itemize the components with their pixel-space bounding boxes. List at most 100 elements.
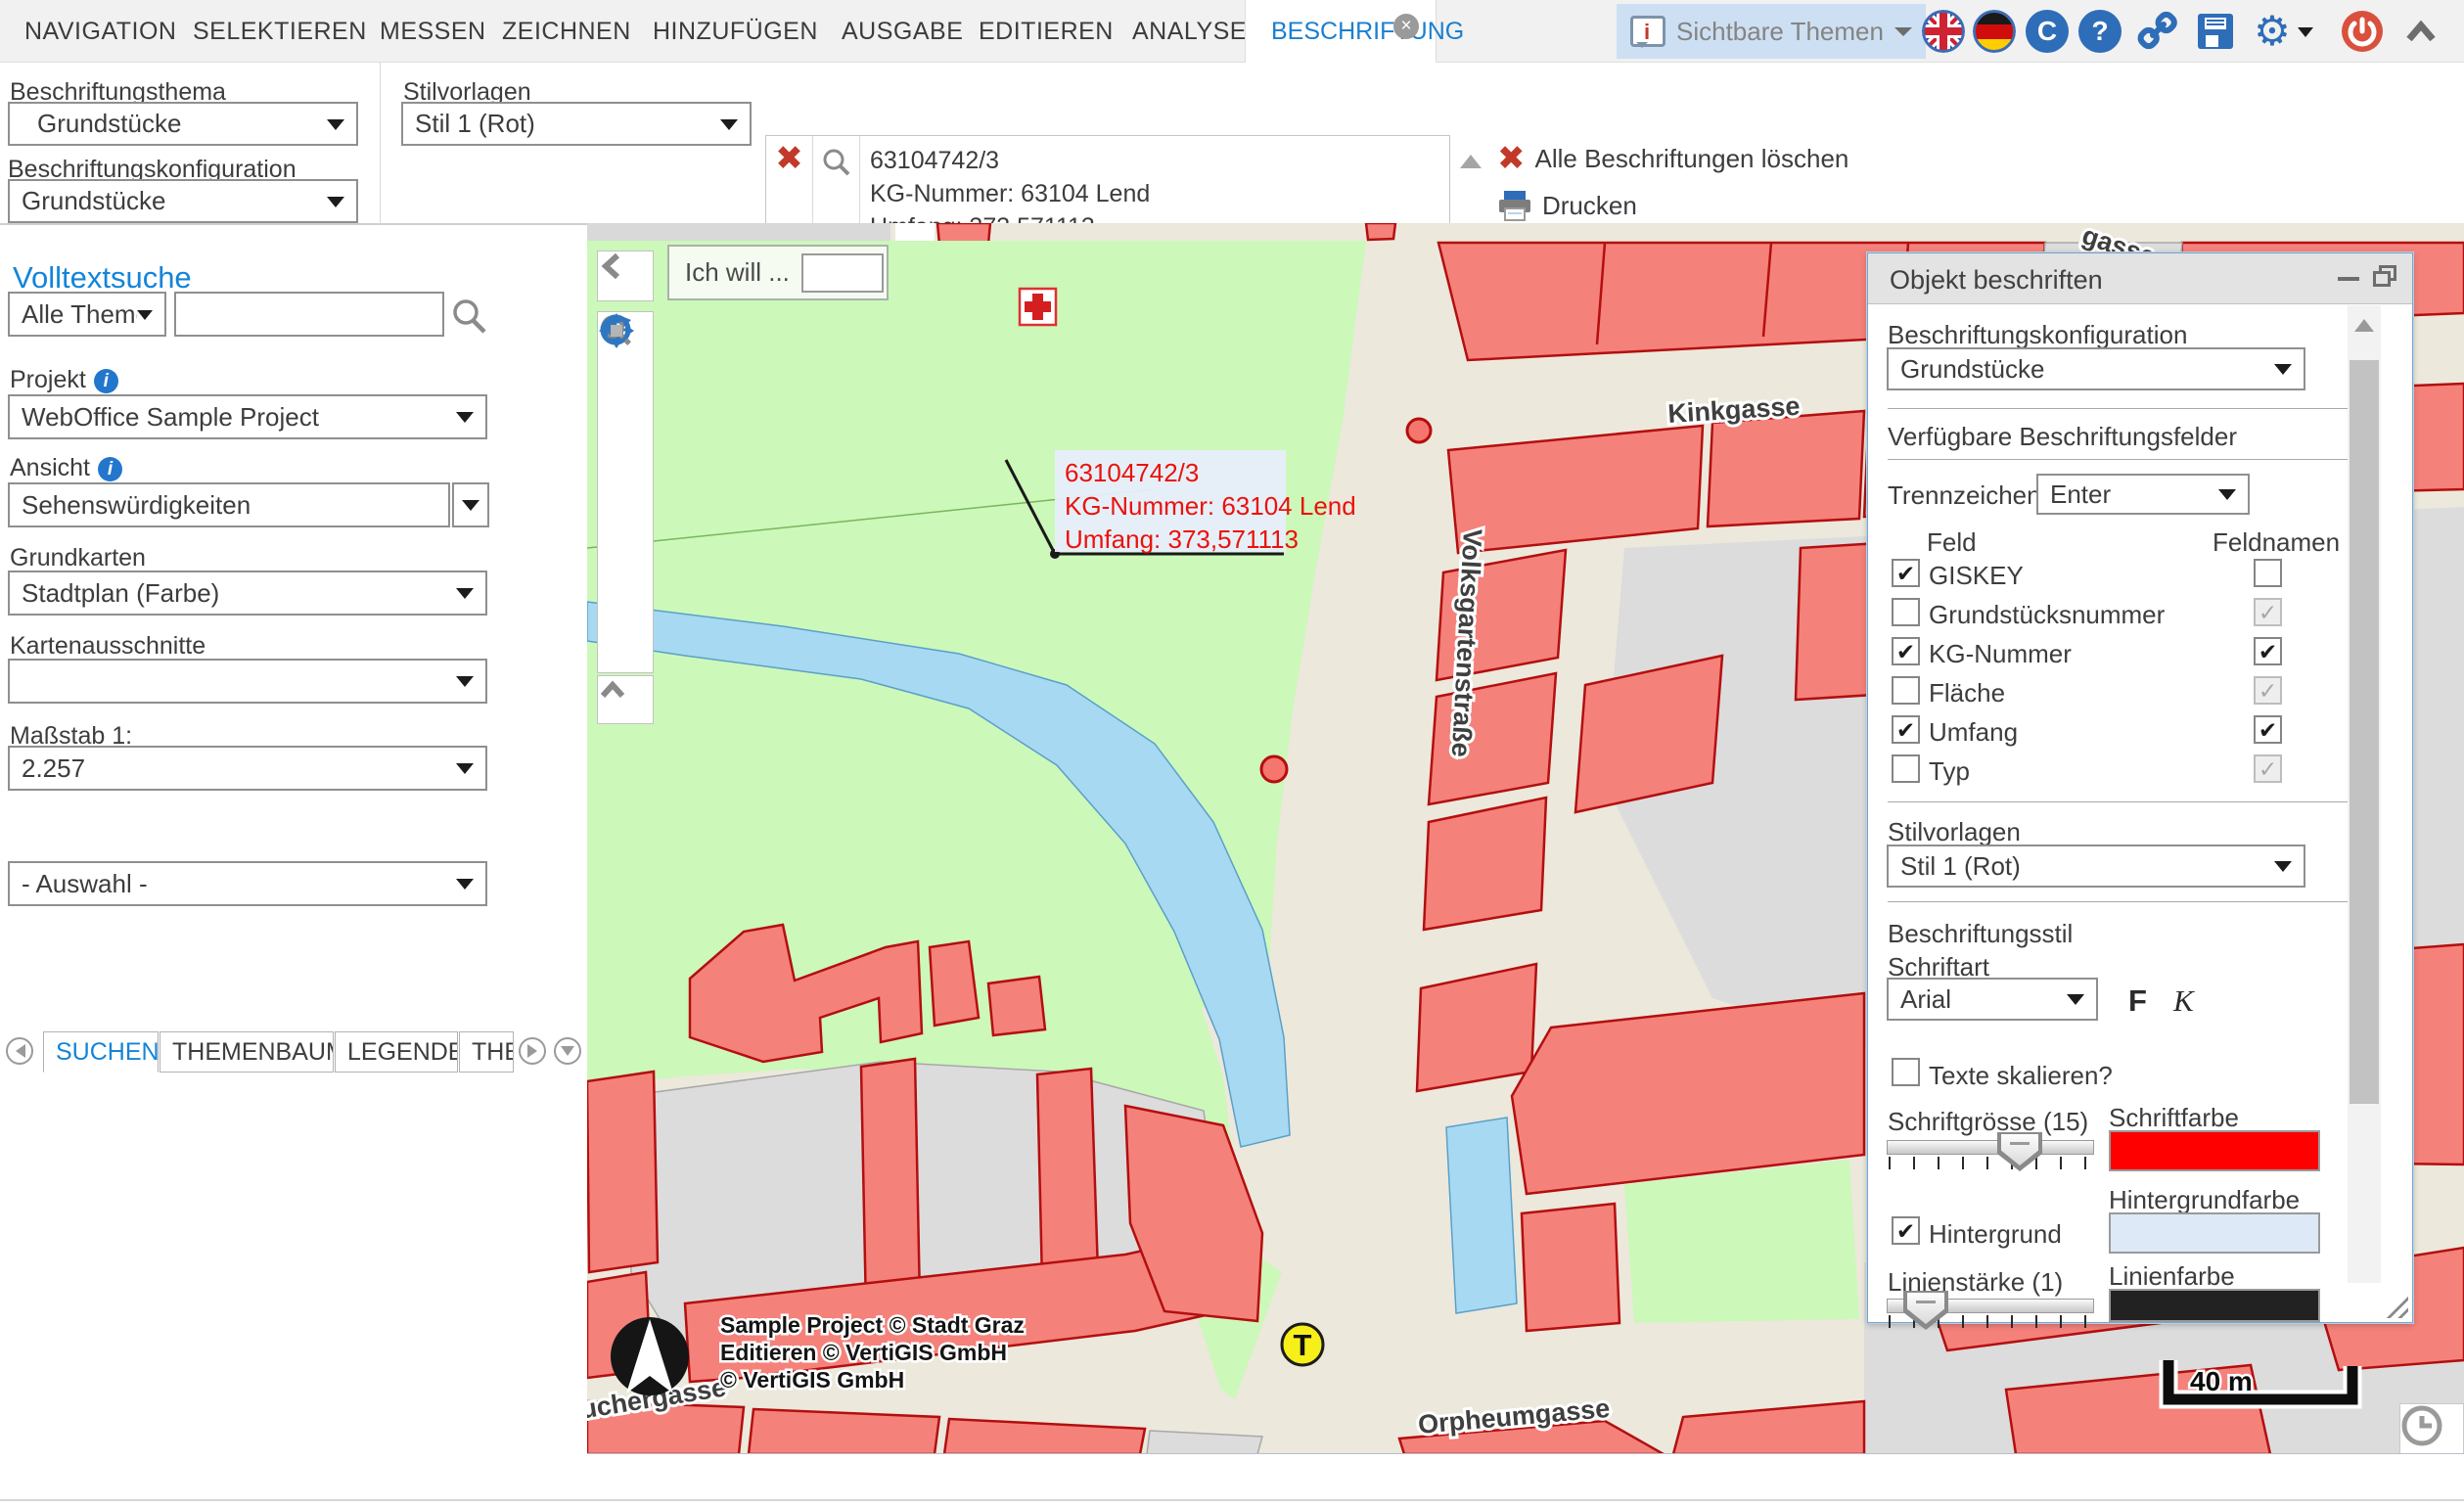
info-icon[interactable]: i — [97, 456, 122, 481]
search-icon[interactable] — [450, 297, 489, 337]
scroll-up-icon[interactable] — [1460, 155, 1482, 168]
beschriftungskonfiguration-select[interactable]: Grundstücke — [8, 179, 358, 223]
tab-close-icon[interactable]: × — [1393, 14, 1419, 39]
pan-button[interactable] — [599, 313, 648, 670]
field-checkbox-kg-nummer[interactable]: ✔ — [1892, 637, 1920, 665]
menu-selektieren[interactable]: SELEKTIEREN — [193, 0, 367, 63]
zoom-in-button[interactable] — [601, 315, 648, 450]
collapse-toolbar-chevron-icon[interactable] — [2399, 10, 2442, 53]
panel-beschriftungskonfiguration-select[interactable]: Grundstücke — [1887, 347, 2305, 390]
schriftgroesse-label: Schriftgrösse (15) — [1888, 1107, 2089, 1136]
search-input[interactable] — [174, 292, 444, 337]
tab-legende[interactable]: LEGENDE — [335, 1031, 458, 1073]
alle-themen-select[interactable]: Alle Themen — [8, 292, 166, 337]
collapse-sidebar-button[interactable] — [597, 251, 654, 301]
panel-stilvorlagen-select[interactable]: Stil 1 (Rot) — [1887, 845, 2305, 888]
restore-window-icon[interactable] — [2373, 265, 2396, 287]
svg-text:63104742/3: 63104742/3 — [1065, 458, 1199, 487]
language-german-flag-icon[interactable] — [1973, 10, 2016, 53]
menu-zeichnen[interactable]: ZEICHNEN — [502, 0, 631, 63]
settings-gear-icon[interactable]: ⚙ — [2251, 10, 2294, 53]
previous-extent-button[interactable] — [601, 315, 648, 538]
beschriftungsthema-select[interactable]: Grundstücke — [8, 102, 358, 146]
panel-scrollbar[interactable] — [2348, 305, 2381, 1283]
field-label-kg-nummer: KG-Nummer — [1929, 639, 2072, 668]
weboffice-app: NAVIGATION SELEKTIEREN MESSEN ZEICHNEN H… — [0, 0, 2464, 1507]
field-checkbox-umfang[interactable]: ✔ — [1892, 715, 1920, 744]
info-icon[interactable]: i — [93, 368, 118, 393]
menu-ausgabe[interactable]: AUSGABE — [842, 0, 963, 63]
help-icon[interactable]: ? — [2078, 10, 2122, 53]
visible-themes-label: Sichtbare Themen — [1676, 16, 1884, 46]
tabs-overflow-button[interactable] — [554, 1037, 581, 1065]
kartenausschnitte-label: Kartenausschnitte — [10, 632, 206, 660]
visible-themes-dropdown[interactable]: i Sichtbare Themen — [1617, 4, 1926, 59]
projekt-select[interactable]: WebOffice Sample Project — [8, 394, 487, 439]
hintergrund-checkbox[interactable]: ✔ — [1892, 1216, 1920, 1245]
field-checkbox-typ[interactable] — [1892, 754, 1920, 783]
tabs-scroll-left-button[interactable] — [6, 1037, 33, 1065]
copyright-info-icon[interactable]: C — [2026, 10, 2069, 53]
name-checkbox-typ: ✓ — [2254, 754, 2282, 783]
tab-themenbaum[interactable]: THEMENBAUM — [160, 1031, 334, 1073]
collapse-map-toolbar-button[interactable] — [597, 675, 654, 724]
tabs-scroll-right-button[interactable] — [519, 1037, 546, 1065]
delete-all-labels-button[interactable]: ✖ Alle Beschriftungen löschen — [1497, 139, 1848, 178]
minimize-icon[interactable] — [2338, 277, 2359, 281]
kartenausschnitte-select[interactable] — [8, 659, 487, 704]
ansicht-select[interactable]: Sehenswürdigkeiten — [8, 482, 450, 527]
link-icon[interactable] — [2135, 10, 2178, 53]
scrollbar-thumb[interactable] — [2350, 360, 2379, 1104]
menu-analyse[interactable]: ANALYSE — [1132, 0, 1247, 63]
auswahl-select[interactable]: - Auswahl - — [8, 861, 487, 906]
ich-will-input[interactable] — [800, 252, 884, 293]
chevron-down-icon — [456, 676, 474, 696]
scroll-up-icon[interactable] — [2354, 319, 2374, 332]
massstab-select[interactable]: 2.257 — [8, 746, 487, 791]
projekt-label: Projekt i — [10, 366, 118, 394]
name-checkbox-giskey[interactable] — [2254, 559, 2282, 587]
chevron-down-icon — [2067, 994, 2084, 1014]
language-english-flag-icon[interactable] — [1922, 10, 1965, 53]
schriftart-select[interactable]: Arial — [1887, 978, 2098, 1021]
print-button[interactable]: Drucken — [1497, 186, 1637, 225]
save-icon[interactable] — [2194, 10, 2237, 53]
column-feld-header: Feld — [1927, 527, 1977, 557]
ansicht-dropdown-button[interactable] — [452, 482, 489, 527]
bold-button[interactable]: F — [2128, 983, 2147, 1019]
menu-navigation[interactable]: NAVIGATION — [24, 0, 176, 63]
chevron-down-icon — [720, 118, 738, 139]
center-map-button[interactable] — [601, 315, 648, 626]
field-checkbox-flaeche[interactable] — [1892, 676, 1920, 705]
hintergrundfarbe-swatch[interactable] — [2109, 1212, 2320, 1254]
field-checkbox-grundstuecksnummer[interactable] — [1892, 598, 1920, 626]
texte-skalieren-checkbox[interactable] — [1892, 1058, 1920, 1086]
linienfarbe-swatch[interactable] — [2109, 1289, 2320, 1322]
full-extent-globe-button[interactable] — [600, 314, 648, 406]
italic-button[interactable]: K — [2173, 983, 2194, 1019]
tab-suchen[interactable]: SUCHEN — [43, 1031, 159, 1073]
clock-icon — [2401, 1405, 2442, 1446]
menu-messen[interactable]: MESSEN — [380, 0, 486, 63]
schriftfarbe-swatch[interactable] — [2109, 1130, 2320, 1171]
zoom-out-button[interactable] — [601, 315, 648, 494]
time-slider-button[interactable] — [2399, 1403, 2464, 1453]
trennzeichen-select[interactable]: Enter — [2036, 474, 2250, 515]
next-extent-button[interactable] — [601, 315, 648, 582]
menu-editieren[interactable]: EDITIEREN — [979, 0, 1114, 63]
stilvorlagen-select[interactable]: Stil 1 (Rot) — [401, 102, 752, 146]
poi-circle-marker — [1405, 417, 1433, 444]
name-checkbox-flaeche: ✓ — [2254, 676, 2282, 705]
name-checkbox-kg-nummer[interactable]: ✔ — [2254, 637, 2282, 665]
grundkarten-select[interactable]: Stadtplan (Farbe) — [8, 571, 487, 616]
field-label-grundstuecksnummer: Grundstücksnummer — [1929, 600, 2166, 629]
tab-themen-truncated[interactable]: THEMEN — [459, 1031, 514, 1073]
ich-will-widget[interactable]: Ich will ... — [667, 245, 889, 300]
panel-header[interactable]: Objekt beschriften — [1868, 253, 2412, 304]
settings-caret-icon[interactable] — [2298, 27, 2313, 45]
field-checkbox-giskey[interactable]: ✔ — [1892, 559, 1920, 587]
logout-power-icon[interactable] — [2341, 10, 2384, 53]
menu-hinzufuegen[interactable]: HINZUFÜGEN — [653, 0, 818, 63]
panel-resize-handle[interactable] — [2383, 1293, 2408, 1318]
name-checkbox-umfang[interactable]: ✔ — [2254, 715, 2282, 744]
